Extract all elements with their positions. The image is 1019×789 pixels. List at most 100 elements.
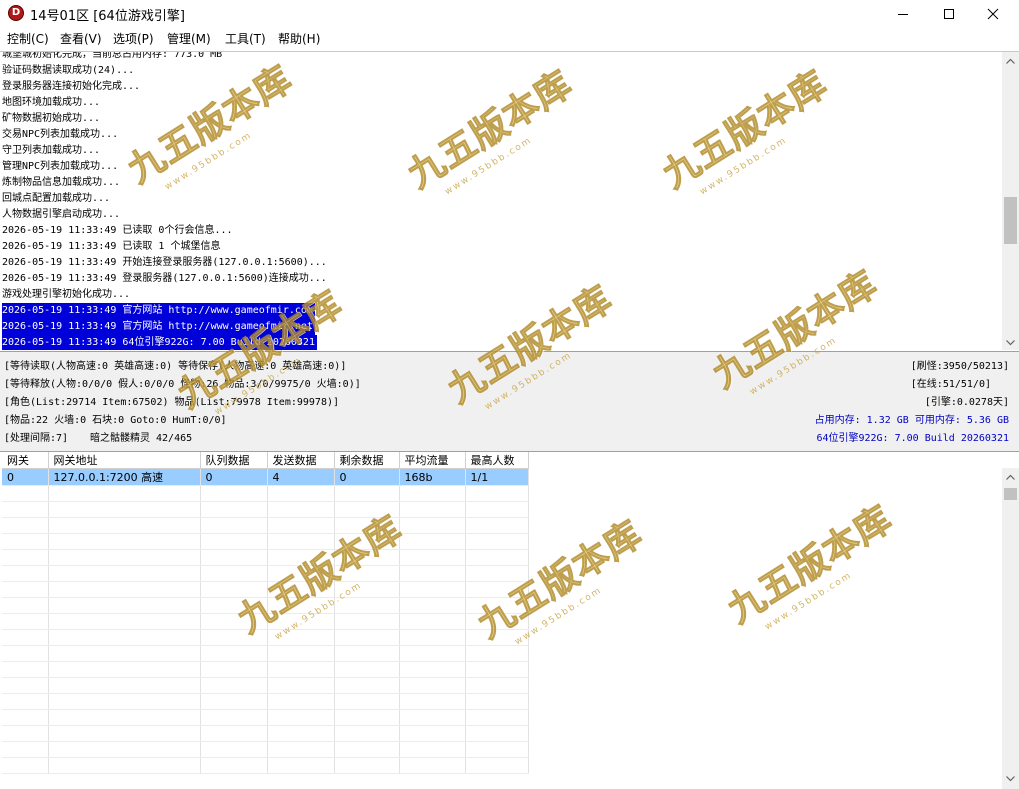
table-cell: 4: [267, 468, 335, 486]
table-cell: 1/1: [465, 468, 529, 486]
column-header-avg-traffic[interactable]: 平均流量: [399, 452, 466, 469]
column-header-remaining[interactable]: 剩余数据: [334, 452, 400, 469]
menu-manage[interactable]: 管理(M): [167, 30, 211, 47]
log-pane[interactable]: 城堡城初始化完成，当前总占用内存: 773.0 MB 验证码数据读取成功(24).…: [0, 51, 1019, 350]
app-icon[interactable]: D: [8, 5, 24, 21]
maximize-icon: [944, 8, 954, 19]
empty-cell: [200, 709, 268, 726]
empty-cell: [267, 709, 335, 726]
empty-cell: [48, 613, 201, 630]
empty-cell: [2, 661, 49, 678]
log-line[interactable]: 守卫列表加载成功...: [2, 143, 992, 159]
empty-cell: [465, 693, 529, 710]
empty-cell: [267, 597, 335, 614]
column-header-queue[interactable]: 队列数据: [200, 452, 268, 469]
log-line[interactable]: 地图环境加载成功...: [2, 95, 992, 111]
status-uptime: [引擎:0.0278天]: [924, 397, 1009, 408]
table-row[interactable]: 0 127.0.0.1:7200 高速 0 4 0 168b 1/1: [2, 468, 529, 486]
status-online: [在线:51/51/0]: [910, 379, 991, 390]
empty-cell: [267, 533, 335, 550]
empty-cell: [334, 485, 400, 502]
grid-scrollbar[interactable]: [1002, 468, 1019, 789]
empty-cell: [2, 709, 49, 726]
empty-cell: [200, 517, 268, 534]
log-line[interactable]: 交易NPC列表加载成功...: [2, 127, 992, 143]
empty-table-row: [2, 613, 529, 630]
empty-cell: [200, 725, 268, 742]
empty-cell: [267, 645, 335, 662]
empty-cell: [334, 693, 400, 710]
empty-cell: [334, 677, 400, 694]
empty-cell: [334, 597, 400, 614]
log-scroll-thumb[interactable]: [1004, 197, 1017, 244]
chevron-up-icon: [1006, 474, 1015, 480]
grid-scroll-down-button[interactable]: [1002, 770, 1019, 787]
log-line[interactable]: 2026-05-19 11:33:49 已读取 1 个城堡信息: [2, 239, 992, 255]
log-line[interactable]: 2026-05-19 11:33:49 官方网站 http://www.game…: [2, 319, 992, 335]
empty-cell: [465, 565, 529, 582]
column-header-sent[interactable]: 发送数据: [267, 452, 335, 469]
log-line-text: 守卫列表加载成功...: [2, 145, 101, 156]
empty-cell: [200, 661, 268, 678]
empty-cell: [48, 661, 201, 678]
empty-table-row: [2, 485, 529, 502]
log-line[interactable]: 矿物数据初始成功...: [2, 111, 992, 127]
empty-cell: [334, 533, 400, 550]
grid-scroll-thumb[interactable]: [1004, 488, 1017, 500]
close-button[interactable]: [970, 0, 1016, 27]
empty-table-row: [2, 645, 529, 662]
empty-cell: [399, 613, 466, 630]
log-line-text: 矿物数据初始成功...: [2, 113, 101, 124]
log-scrollbar[interactable]: [1002, 52, 1019, 350]
scroll-down-button[interactable]: [1002, 334, 1019, 350]
log-line[interactable]: 游戏处理引擎初始化成功...: [2, 287, 992, 303]
log-line[interactable]: 2026-05-19 11:33:49 64位引擎922G: 7.00 Buil…: [2, 335, 992, 350]
column-header-gateway[interactable]: 网关: [2, 452, 49, 469]
empty-cell: [465, 549, 529, 566]
close-icon: [987, 8, 999, 19]
maximize-button[interactable]: [926, 0, 972, 27]
table-cell: 168b: [399, 468, 466, 486]
log-line[interactable]: 回城点配置加载成功...: [2, 191, 992, 207]
grid-scroll-up-button[interactable]: [1002, 468, 1019, 485]
log-line[interactable]: 验证码数据读取成功(24)...: [2, 63, 992, 79]
menu-control[interactable]: 控制(C): [7, 30, 49, 47]
empty-cell: [267, 581, 335, 598]
log-line[interactable]: 2026-05-19 11:33:49 开始连接登录服务器(127.0.0.1:…: [2, 255, 992, 271]
menu-help[interactable]: 帮助(H): [278, 30, 320, 47]
menu-bar: 控制(C) 查看(V) 选项(P) 管理(M) 工具(T) 帮助(H): [0, 27, 1019, 49]
empty-cell: [48, 693, 201, 710]
empty-cell: [465, 533, 529, 550]
empty-cell: [465, 597, 529, 614]
empty-cell: [334, 517, 400, 534]
log-line-text: 2026-05-19 11:33:49 已读取 0个行会信息...: [2, 225, 233, 236]
menu-tools[interactable]: 工具(T): [225, 30, 266, 47]
chevron-down-icon: [1006, 339, 1015, 345]
empty-cell: [334, 629, 400, 646]
menu-options[interactable]: 选项(P): [113, 30, 154, 47]
status-memory: 占用内存: 1.32 GB 可用内存: 5.36 GB: [814, 415, 1009, 426]
log-line[interactable]: 炼制物品信息加载成功...: [2, 175, 992, 191]
log-line[interactable]: 人物数据引擎启动成功...: [2, 207, 992, 223]
empty-cell: [334, 613, 400, 630]
empty-table-row: [2, 709, 529, 726]
empty-table-row: [2, 549, 529, 566]
empty-cell: [2, 501, 49, 518]
log-line[interactable]: 城堡城初始化完成，当前总占用内存: 773.0 MB: [2, 51, 992, 63]
log-line-text: 城堡城初始化完成，当前总占用内存: 773.0 MB: [2, 51, 223, 60]
scroll-up-button[interactable]: [1002, 52, 1019, 69]
log-line[interactable]: 2026-05-19 11:33:49 官方网站 http://www.game…: [2, 303, 992, 319]
minimize-button[interactable]: [880, 0, 926, 27]
empty-cell: [334, 645, 400, 662]
status-spawn: [刷怪:3950/50213]: [910, 361, 1009, 372]
empty-cell: [2, 517, 49, 534]
log-line[interactable]: 2026-05-19 11:33:49 已读取 0个行会信息...: [2, 223, 992, 239]
menu-view[interactable]: 查看(V): [60, 30, 102, 47]
empty-cell: [465, 517, 529, 534]
log-line[interactable]: 2026-05-19 11:33:49 登录服务器(127.0.0.1:5600…: [2, 271, 992, 287]
log-line[interactable]: 管理NPC列表加载成功...: [2, 159, 992, 175]
empty-cell: [334, 661, 400, 678]
log-line[interactable]: 登录服务器连接初始化完成...: [2, 79, 992, 95]
column-header-address[interactable]: 网关地址: [48, 452, 201, 469]
column-header-max-users[interactable]: 最高人数: [465, 452, 529, 469]
